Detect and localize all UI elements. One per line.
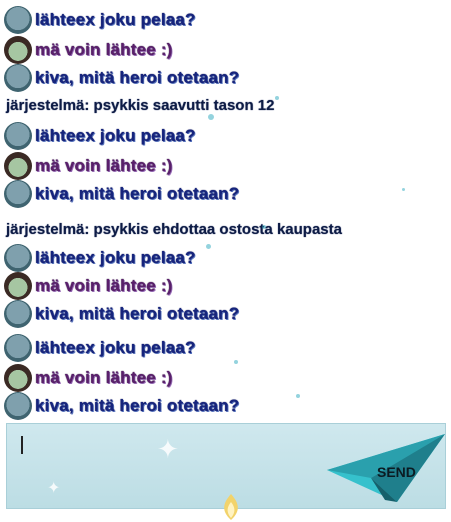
- zombie-avatar-icon: [4, 180, 32, 208]
- message-text: kiva, mitä heroi otetaan?: [35, 396, 240, 415]
- message-text: mä voin lähtee :): [35, 156, 173, 175]
- message-text: lähteex joku pelaa?: [35, 338, 196, 357]
- decor-dot: [208, 114, 214, 120]
- chat-message: mä voin lähtee :): [4, 152, 173, 180]
- zombie-avatar-icon: [4, 6, 32, 34]
- message-text: lähteex joku pelaa?: [35, 248, 196, 267]
- chat-message: kiva, mitä heroi otetaan?: [4, 300, 239, 328]
- guy-avatar-icon: [4, 364, 32, 392]
- message-text: kiva, mitä heroi otetaan?: [35, 68, 240, 87]
- decor-dot: [296, 394, 300, 398]
- zombie-avatar-icon: [4, 64, 32, 92]
- message-text: mä voin lähtee :): [35, 276, 173, 295]
- flame-icon: [224, 494, 238, 520]
- chat-message: mä voin lähtee :): [4, 272, 173, 300]
- snowflake-icon: ✦: [47, 480, 61, 497]
- zombie-avatar-icon: [4, 122, 32, 150]
- message-text: lähteex joku pelaa?: [35, 10, 196, 29]
- chat-message: lähteex joku pelaa?: [4, 244, 196, 272]
- decor-dot: [206, 244, 211, 249]
- system-message: järjestelmä: psykkis ehdottaa ostosta ka…: [6, 220, 342, 238]
- guy-avatar-icon: [4, 272, 32, 300]
- chat-message: kiva, mitä heroi otetaan?: [4, 180, 239, 208]
- guy-avatar-icon: [4, 36, 32, 64]
- guy-avatar-icon: [4, 152, 32, 180]
- message-text: mä voin lähtee :): [35, 368, 173, 387]
- message-text: kiva, mitä heroi otetaan?: [35, 304, 240, 323]
- chat-message: kiva, mitä heroi otetaan?: [4, 64, 239, 92]
- chat-message: mä voin lähtee :): [4, 364, 173, 392]
- message-input[interactable]: [15, 430, 309, 460]
- system-message: järjestelmä: psykkis saavutti tason 12: [6, 96, 275, 114]
- decor-dot: [275, 96, 279, 100]
- chat-log: lähteex joku pelaa? mä voin lähtee :) ki…: [0, 0, 451, 420]
- send-button[interactable]: SEND: [325, 428, 445, 506]
- message-text: kiva, mitä heroi otetaan?: [35, 184, 240, 203]
- zombie-avatar-icon: [4, 300, 32, 328]
- zombie-avatar-icon: [4, 392, 32, 420]
- message-text: lähteex joku pelaa?: [35, 126, 196, 145]
- decor-dot: [262, 225, 266, 229]
- decor-dot: [234, 360, 238, 364]
- decor-dot: [402, 188, 405, 191]
- send-label: SEND: [377, 464, 416, 480]
- chat-message: lähteex joku pelaa?: [4, 6, 196, 34]
- chat-message: lähteex joku pelaa?: [4, 122, 196, 150]
- chat-message: mä voin lähtee :): [4, 36, 173, 64]
- chat-message: lähteex joku pelaa?: [4, 334, 196, 362]
- chat-message: kiva, mitä heroi otetaan?: [4, 392, 239, 420]
- zombie-avatar-icon: [4, 244, 32, 272]
- zombie-avatar-icon: [4, 334, 32, 362]
- message-text: mä voin lähtee :): [35, 40, 173, 59]
